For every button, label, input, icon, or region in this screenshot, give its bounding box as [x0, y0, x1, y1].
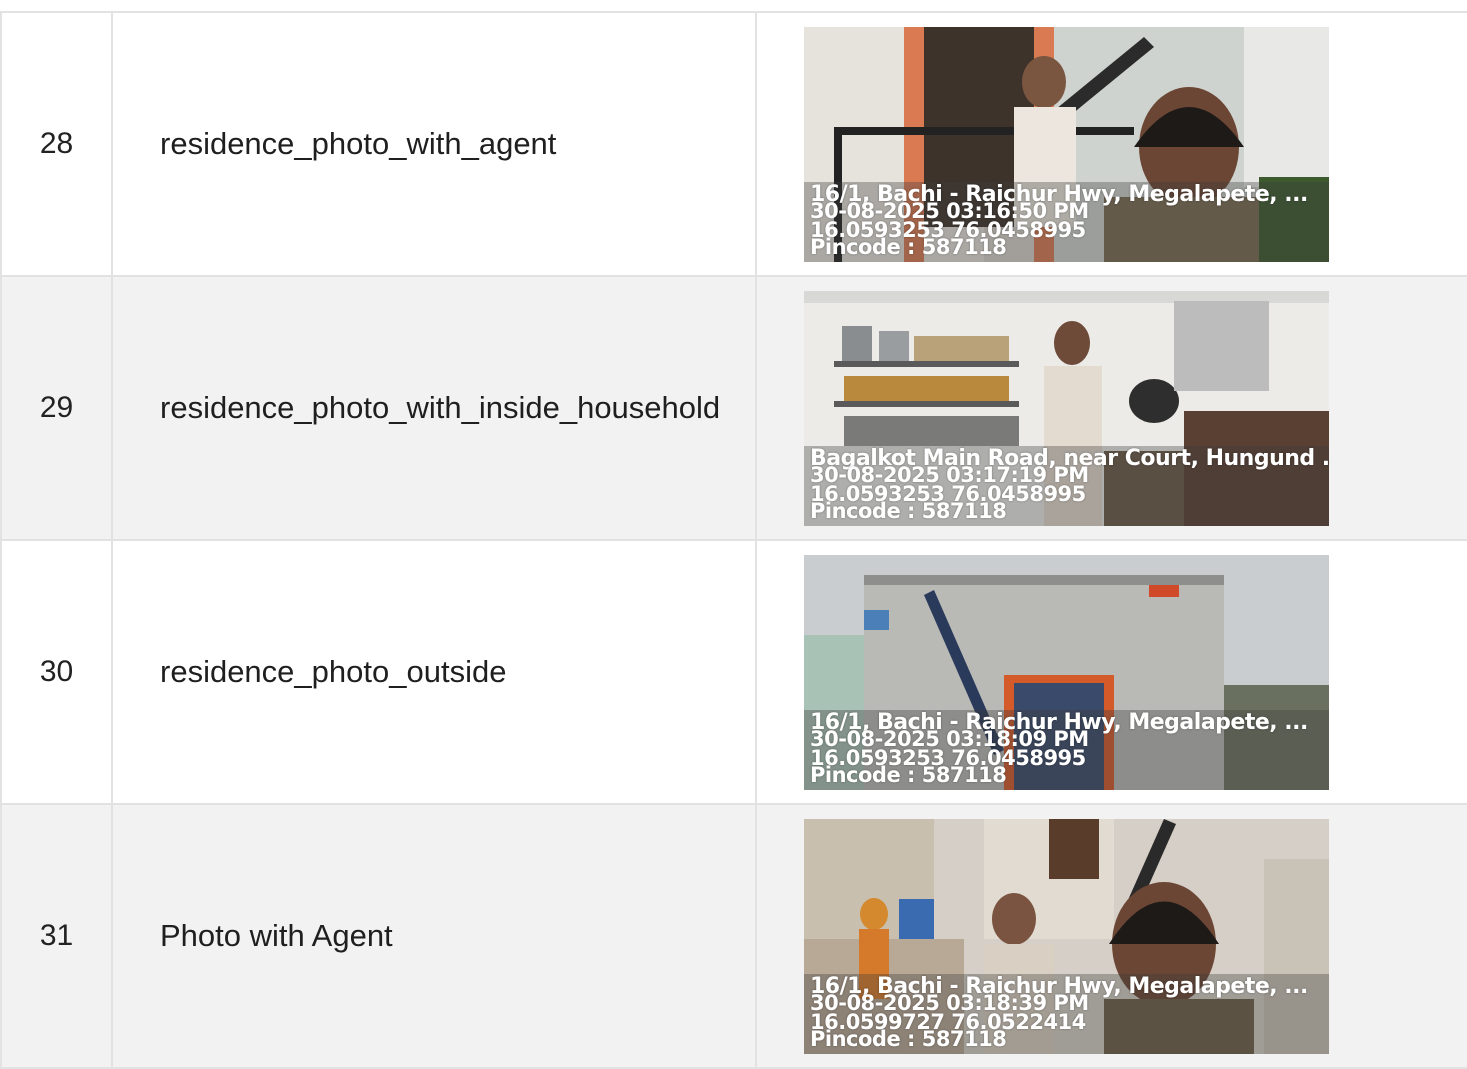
photo-cell: 16/1, Bachi - Raichur Hwy, Megalapete, .… [757, 541, 1467, 803]
photo-pincode: Pincode : 587118 [810, 1026, 1007, 1051]
row-number: 29 [0, 277, 113, 539]
photo-pincode: Pincode : 587118 [810, 762, 1007, 787]
photo-cell: 16/1, Bachi - Raichur Hwy, Megalapete, .… [757, 13, 1467, 275]
table-row: 29 residence_photo_with_inside_household [0, 277, 1467, 541]
photo-pincode: Pincode : 587118 [810, 234, 1007, 259]
photo-table: 28 residence_photo_with_agent 16/1, Bach… [0, 11, 1467, 1069]
row-number: 28 [0, 13, 113, 275]
table-row: 30 residence_photo_outside 16/1, Bachi -… [0, 541, 1467, 805]
document-label: residence_photo_with_agent [113, 13, 757, 275]
photo-pincode: Pincode : 587118 [810, 498, 1007, 523]
residence-photo-thumbnail[interactable]: 16/1, Bachi - Raichur Hwy, Megalapete, .… [804, 818, 1329, 1054]
document-label: residence_photo_outside [113, 541, 757, 803]
table-row: 31 Photo with Agent 16/1, Bachi - Raichu… [0, 805, 1467, 1069]
document-label: Photo with Agent [113, 805, 757, 1067]
row-number: 30 [0, 541, 113, 803]
photo-cell: 16/1, Bachi - Raichur Hwy, Megalapete, .… [757, 805, 1467, 1067]
photo-cell: Bagalkot Main Road, near Court, Hungund … [757, 277, 1467, 539]
residence-photo-thumbnail[interactable]: 16/1, Bachi - Raichur Hwy, Megalapete, .… [804, 554, 1329, 790]
row-number: 31 [0, 805, 113, 1067]
residence-photo-thumbnail[interactable]: 16/1, Bachi - Raichur Hwy, Megalapete, .… [804, 26, 1329, 262]
table-row: 28 residence_photo_with_agent 16/1, Bach… [0, 13, 1467, 277]
document-label: residence_photo_with_inside_household [113, 277, 757, 539]
residence-photo-thumbnail[interactable]: Bagalkot Main Road, near Court, Hungund … [804, 290, 1329, 526]
